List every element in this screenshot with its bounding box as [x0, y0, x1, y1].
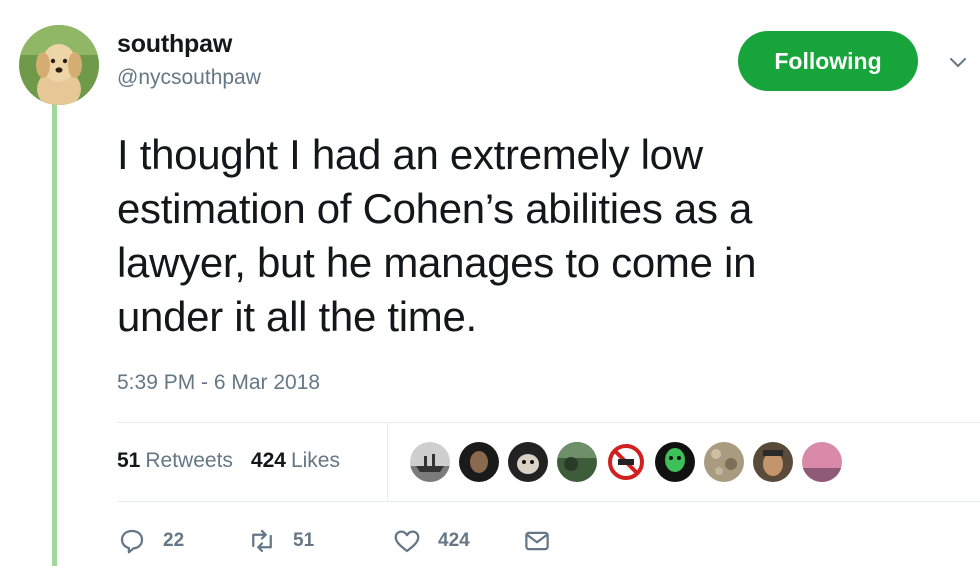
retweets-stat[interactable]: 51 Retweets: [117, 449, 233, 473]
heart-icon: [394, 530, 420, 553]
likes-label: Likes: [290, 449, 340, 472]
liker-avatar[interactable]: [702, 440, 746, 484]
liker-avatar[interactable]: [408, 440, 452, 484]
retweet-count: 51: [293, 530, 315, 551]
author-display-name[interactable]: southpaw: [117, 30, 232, 59]
tweet-actions: 22 51 424: [117, 523, 568, 559]
following-button[interactable]: Following: [738, 31, 918, 91]
retweets-label: Retweets: [145, 449, 233, 472]
author-handle[interactable]: @nycsouthpaw: [117, 66, 261, 90]
like-count: 424: [438, 530, 470, 551]
liker-avatar[interactable]: [751, 440, 795, 484]
dark-portrait-icon: [459, 442, 499, 482]
retweet-button[interactable]: 51: [247, 526, 392, 556]
liker-avatar[interactable]: [800, 440, 844, 484]
tweet-text-line: estimation of Cohen’s abilities as a: [117, 185, 753, 232]
liker-avatar[interactable]: [555, 440, 599, 484]
liker-avatar[interactable]: [604, 440, 648, 484]
ship-photo-icon: [410, 442, 450, 482]
retweet-icon: [252, 529, 272, 553]
tweet-text: I thought I had an extremely low estimat…: [117, 128, 917, 344]
direct-message-button[interactable]: [522, 526, 568, 556]
no-fascism-sign-icon: [606, 442, 646, 482]
reply-icon: [120, 529, 144, 554]
reply-button[interactable]: 22: [117, 526, 247, 556]
pink-sky-photo-icon: [802, 442, 842, 482]
liker-avatar[interactable]: [457, 440, 501, 484]
man-portrait-icon: [753, 442, 793, 482]
author-avatar[interactable]: [19, 25, 99, 105]
liker-avatar[interactable]: [506, 440, 550, 484]
texture-photo-icon: [704, 442, 744, 482]
divider: [117, 422, 980, 423]
likes-count: 424: [250, 449, 286, 472]
tweet-text-line: under it all the time.: [117, 293, 477, 340]
thread-connector-line: [52, 96, 57, 566]
animal-portrait-icon: [508, 442, 548, 482]
divider: [387, 422, 388, 501]
retweets-count: 51: [117, 449, 141, 472]
reply-count: 22: [163, 530, 185, 551]
tweet-stats: 51 Retweets 424 Likes: [117, 449, 340, 473]
chevron-down-icon[interactable]: [946, 50, 970, 74]
tweet-timestamp[interactable]: 5:39 PM - 6 Mar 2018: [117, 371, 320, 395]
divider: [117, 501, 980, 502]
tweet-text-line: I thought I had an extremely low: [117, 131, 703, 178]
green-mask-icon: [655, 442, 695, 482]
liker-avatars: [408, 440, 844, 484]
envelope-icon: [525, 531, 549, 551]
landscape-photo-icon: [557, 442, 597, 482]
puppy-avatar-icon: [19, 25, 99, 105]
liker-avatar[interactable]: [653, 440, 697, 484]
tweet-text-line: lawyer, but he manages to come in: [117, 239, 757, 286]
likes-stat[interactable]: 424 Likes: [251, 449, 340, 473]
like-button[interactable]: 424: [392, 526, 522, 556]
